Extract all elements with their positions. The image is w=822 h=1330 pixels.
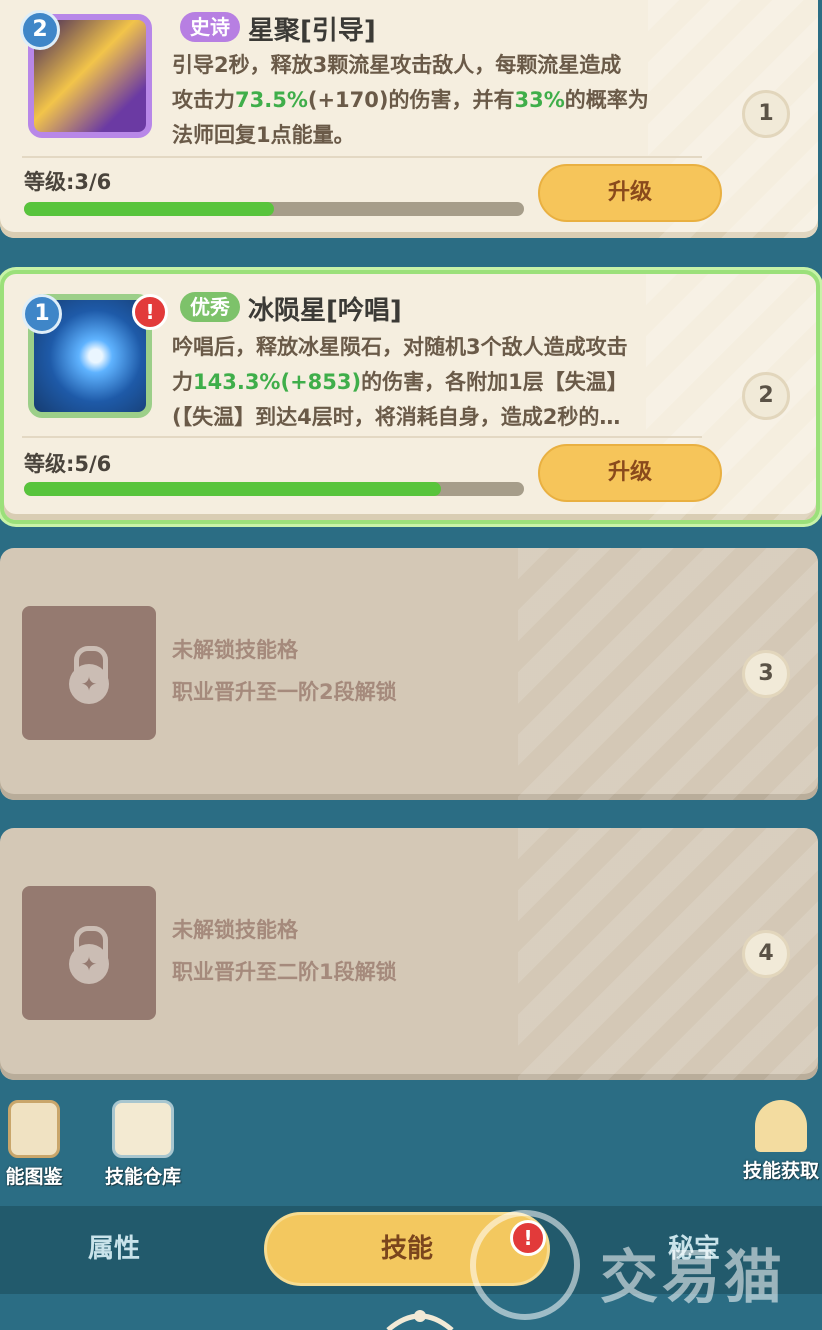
alert-badge: ! bbox=[132, 294, 168, 330]
skill-codex-button[interactable]: 能图鉴 bbox=[0, 1100, 76, 1189]
rarity-tag: 史诗 bbox=[180, 12, 240, 42]
divider bbox=[22, 436, 702, 438]
slot-number: 1 bbox=[742, 90, 790, 138]
locked-skill-slot-4[interactable]: ✦ 未解锁技能格 职业晋升至二阶1段解锁 4 bbox=[0, 828, 818, 1080]
level-label: 等级:3/6 bbox=[24, 170, 112, 194]
slot-number: 3 bbox=[742, 650, 790, 698]
level-progress-fill bbox=[24, 482, 441, 496]
skill-card-2[interactable]: 1 ! 优秀 冰陨星[吟唱] 吟唱后，释放冰星陨石，对随机3个敌人造成攻击 力1… bbox=[0, 270, 820, 524]
cat-logo-icon bbox=[470, 1210, 580, 1320]
rarity-tag: 优秀 bbox=[180, 292, 240, 322]
skill-name: 星聚[引导] bbox=[248, 16, 376, 46]
tab-attributes[interactable]: 属性 bbox=[88, 1228, 140, 1265]
tent-icon bbox=[755, 1100, 807, 1152]
skill-level-badge: 2 bbox=[20, 10, 60, 50]
lock-icon: ✦ bbox=[22, 606, 156, 740]
desc-line: 力143.3%(+853)的伤害，各附加1层【失温】 bbox=[172, 370, 628, 394]
ornament-icon bbox=[386, 1310, 454, 1330]
desc-line: (【失温】到达4层时，将消耗自身，造成2秒的… bbox=[172, 405, 621, 429]
upgrade-button[interactable]: 升级 bbox=[538, 444, 722, 502]
level-label: 等级:5/6 bbox=[24, 452, 112, 476]
skill-description: 吟唱后，释放冰星陨石，对随机3个敌人造成攻击 力143.3%(+853)的伤害，… bbox=[172, 330, 712, 435]
skill-level-badge: 1 bbox=[22, 294, 62, 334]
desc-line: 吟唱后，释放冰星陨石，对随机3个敌人造成攻击 bbox=[172, 335, 628, 359]
slot-number: 2 bbox=[742, 372, 790, 420]
desc-line: 攻击力73.5%(+170)的伤害，并有33%的概率为 bbox=[172, 88, 649, 112]
desc-line: 法师回复1点能量。 bbox=[172, 123, 355, 147]
skill-obtain-label: 技能获取 bbox=[742, 1160, 819, 1182]
upgrade-button[interactable]: 升级 bbox=[538, 164, 722, 222]
unlock-condition: 职业晋升至二阶1段解锁 bbox=[172, 960, 397, 984]
chest-icon bbox=[112, 1100, 174, 1158]
locked-slot-title: 未解锁技能格 bbox=[172, 638, 298, 662]
level-progress-bar bbox=[24, 202, 524, 216]
unlock-condition: 职业晋升至一阶2段解锁 bbox=[172, 680, 397, 704]
watermark-text: 交易猫 bbox=[600, 1243, 787, 1311]
book-icon bbox=[8, 1100, 60, 1158]
level-progress-fill bbox=[24, 202, 274, 216]
locked-slot-title: 未解锁技能格 bbox=[172, 918, 298, 942]
slot-number: 4 bbox=[742, 930, 790, 978]
desc-line: 引导2秒，释放3颗流星攻击敌人，每颗流星造成 bbox=[172, 53, 622, 77]
skill-codex-label: 能图鉴 bbox=[5, 1166, 63, 1188]
divider bbox=[22, 156, 702, 158]
skill-warehouse-label: 技能仓库 bbox=[104, 1166, 181, 1188]
level-progress-bar bbox=[24, 482, 524, 496]
lock-icon: ✦ bbox=[22, 886, 156, 1020]
skill-warehouse-button[interactable]: 技能仓库 bbox=[96, 1100, 190, 1189]
watermark: 交易猫 bbox=[470, 1210, 810, 1320]
skill-card-1[interactable]: 2 史诗 星聚[引导] 引导2秒，释放3颗流星攻击敌人，每颗流星造成 攻击力73… bbox=[0, 0, 818, 238]
skill-name: 冰陨星[吟唱] bbox=[248, 296, 402, 326]
skill-obtain-button[interactable]: 技能获取 bbox=[740, 1100, 822, 1183]
skill-description: 引导2秒，释放3颗流星攻击敌人，每颗流星造成 攻击力73.5%(+170)的伤害… bbox=[172, 48, 712, 153]
locked-skill-slot-3[interactable]: ✦ 未解锁技能格 职业晋升至一阶2段解锁 3 bbox=[0, 548, 818, 800]
